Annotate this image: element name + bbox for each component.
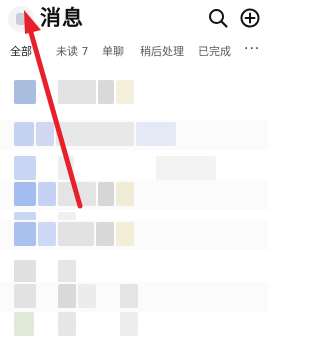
- list-item[interactable]: [0, 180, 268, 210]
- tab-all[interactable]: 全部: [10, 44, 32, 60]
- list-item[interactable]: [0, 220, 268, 250]
- list-item[interactable]: [0, 310, 268, 340]
- avatar[interactable]: [8, 6, 34, 32]
- tab-later[interactable]: 稍后处理: [140, 44, 184, 60]
- list-item[interactable]: [0, 282, 268, 312]
- filter-tabs: 全部 未读 7 单聊 稍后处理 已完成 ···: [0, 40, 268, 66]
- add-circle-icon[interactable]: [238, 6, 262, 30]
- tab-unread[interactable]: 未读 7: [56, 44, 89, 60]
- list-item[interactable]: [0, 120, 268, 150]
- page-title: 消息: [40, 6, 84, 30]
- message-list: [0, 70, 268, 336]
- tab-done[interactable]: 已完成: [198, 44, 231, 60]
- avatar-placeholder-icon: [16, 13, 26, 25]
- header-bar: 消息: [0, 0, 268, 38]
- list-item[interactable]: [0, 78, 268, 108]
- search-icon[interactable]: [206, 6, 230, 30]
- more-tabs-icon[interactable]: ···: [244, 41, 260, 57]
- tab-single-chat[interactable]: 单聊: [102, 44, 124, 60]
